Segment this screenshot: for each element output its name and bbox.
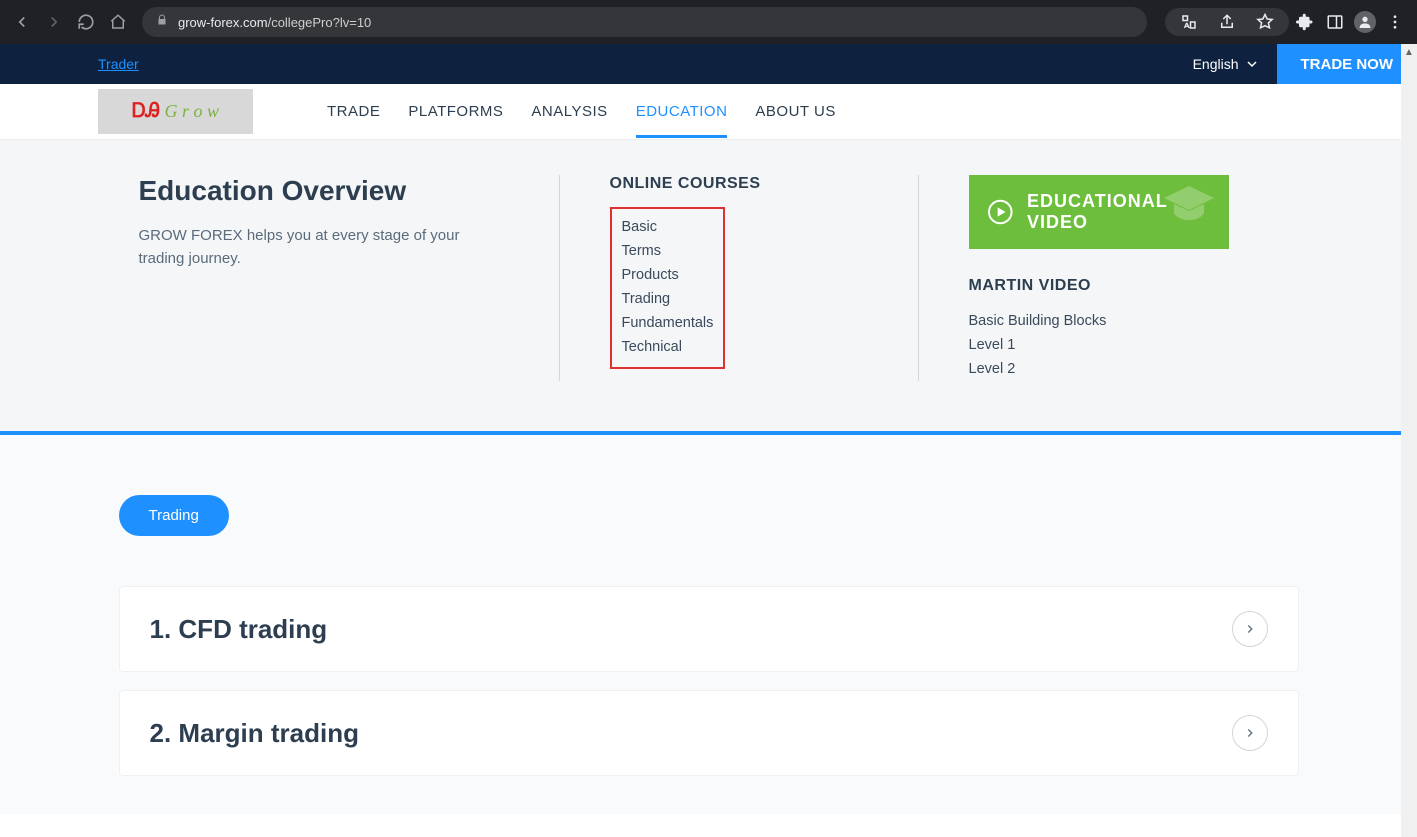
back-button[interactable]: [8, 8, 36, 36]
martin-level-2[interactable]: Level 2: [969, 357, 1229, 381]
share-icon[interactable]: [1213, 8, 1241, 36]
bookmark-star-icon[interactable]: [1251, 8, 1279, 36]
education-mega-menu: Education Overview GROW FOREX helps you …: [0, 140, 1417, 431]
course-basic[interactable]: Basic: [622, 215, 714, 239]
overview-description: GROW FOREX helps you at every stage of y…: [139, 225, 509, 270]
home-button[interactable]: [104, 8, 132, 36]
accordion-title: 1. CFD trading: [150, 614, 328, 645]
trader-link[interactable]: Trader: [98, 56, 139, 72]
reload-button[interactable]: [72, 8, 100, 36]
language-label: English: [1193, 56, 1239, 72]
martin-level-1[interactable]: Level 1: [969, 333, 1229, 357]
course-terms[interactable]: Terms: [622, 239, 714, 263]
chevron-down-icon: [1247, 59, 1257, 69]
translate-icon[interactable]: [1175, 8, 1203, 36]
accordion-cfd-trading[interactable]: 1. CFD trading: [119, 586, 1299, 672]
page-content: Trading 1. CFD trading 2. Margin trading: [0, 435, 1417, 814]
course-products[interactable]: Products: [622, 263, 714, 287]
martin-basic-building-blocks[interactable]: Basic Building Blocks: [969, 309, 1229, 333]
language-selector[interactable]: English: [1173, 56, 1277, 72]
chevron-right-icon: [1232, 611, 1268, 647]
url-text: grow-forex.com/collegePro?lv=10: [178, 15, 371, 30]
accordion-margin-trading[interactable]: 2. Margin trading: [119, 690, 1299, 776]
nav-platforms[interactable]: PLATFORMS: [394, 85, 517, 138]
educational-video-banner[interactable]: EDUCATIONAL VIDEO: [969, 175, 1229, 249]
nav-trade[interactable]: TRADE: [313, 85, 394, 138]
site-top-bar: Trader English TRADE NOW: [0, 44, 1417, 84]
profile-avatar[interactable]: [1351, 8, 1379, 36]
online-courses-heading: ONLINE COURSES: [610, 175, 868, 193]
overview-title: Education Overview: [139, 175, 509, 207]
site-logo[interactable]: ᎠᎯ G r o w: [98, 89, 253, 134]
lock-icon: [156, 13, 168, 31]
forward-button[interactable]: [40, 8, 68, 36]
address-bar[interactable]: grow-forex.com/collegePro?lv=10: [142, 7, 1147, 37]
trade-now-button[interactable]: TRADE NOW: [1277, 44, 1417, 84]
nav-education[interactable]: EDUCATION: [622, 85, 742, 138]
graduation-cap-icon: [1159, 181, 1219, 226]
martin-video-heading: MARTIN VIDEO: [969, 277, 1229, 295]
vertical-scrollbar[interactable]: ▲: [1401, 44, 1417, 837]
course-fundamentals[interactable]: Fundamentals: [622, 311, 714, 335]
kebab-menu-icon[interactable]: [1381, 8, 1409, 36]
nav-analysis[interactable]: ANALYSIS: [517, 85, 621, 138]
accordion-title: 2. Margin trading: [150, 718, 359, 749]
extensions-icon[interactable]: [1291, 8, 1319, 36]
trading-pill-button[interactable]: Trading: [119, 495, 229, 536]
play-icon: [987, 197, 1014, 227]
side-panel-icon[interactable]: [1321, 8, 1349, 36]
nav-about-us[interactable]: ABOUT US: [741, 85, 849, 138]
main-nav: ᎠᎯ G r o w TRADE PLATFORMS ANALYSIS EDUC…: [0, 84, 1417, 140]
course-trading[interactable]: Trading: [622, 287, 714, 311]
courses-highlight-box: Basic Terms Products Trading Fundamental…: [610, 207, 726, 369]
url-actions-pill: [1165, 8, 1289, 36]
course-technical[interactable]: Technical: [622, 335, 714, 359]
chevron-right-icon: [1232, 715, 1268, 751]
browser-chrome: grow-forex.com/collegePro?lv=10: [0, 0, 1417, 44]
scroll-up-icon[interactable]: ▲: [1401, 44, 1417, 60]
